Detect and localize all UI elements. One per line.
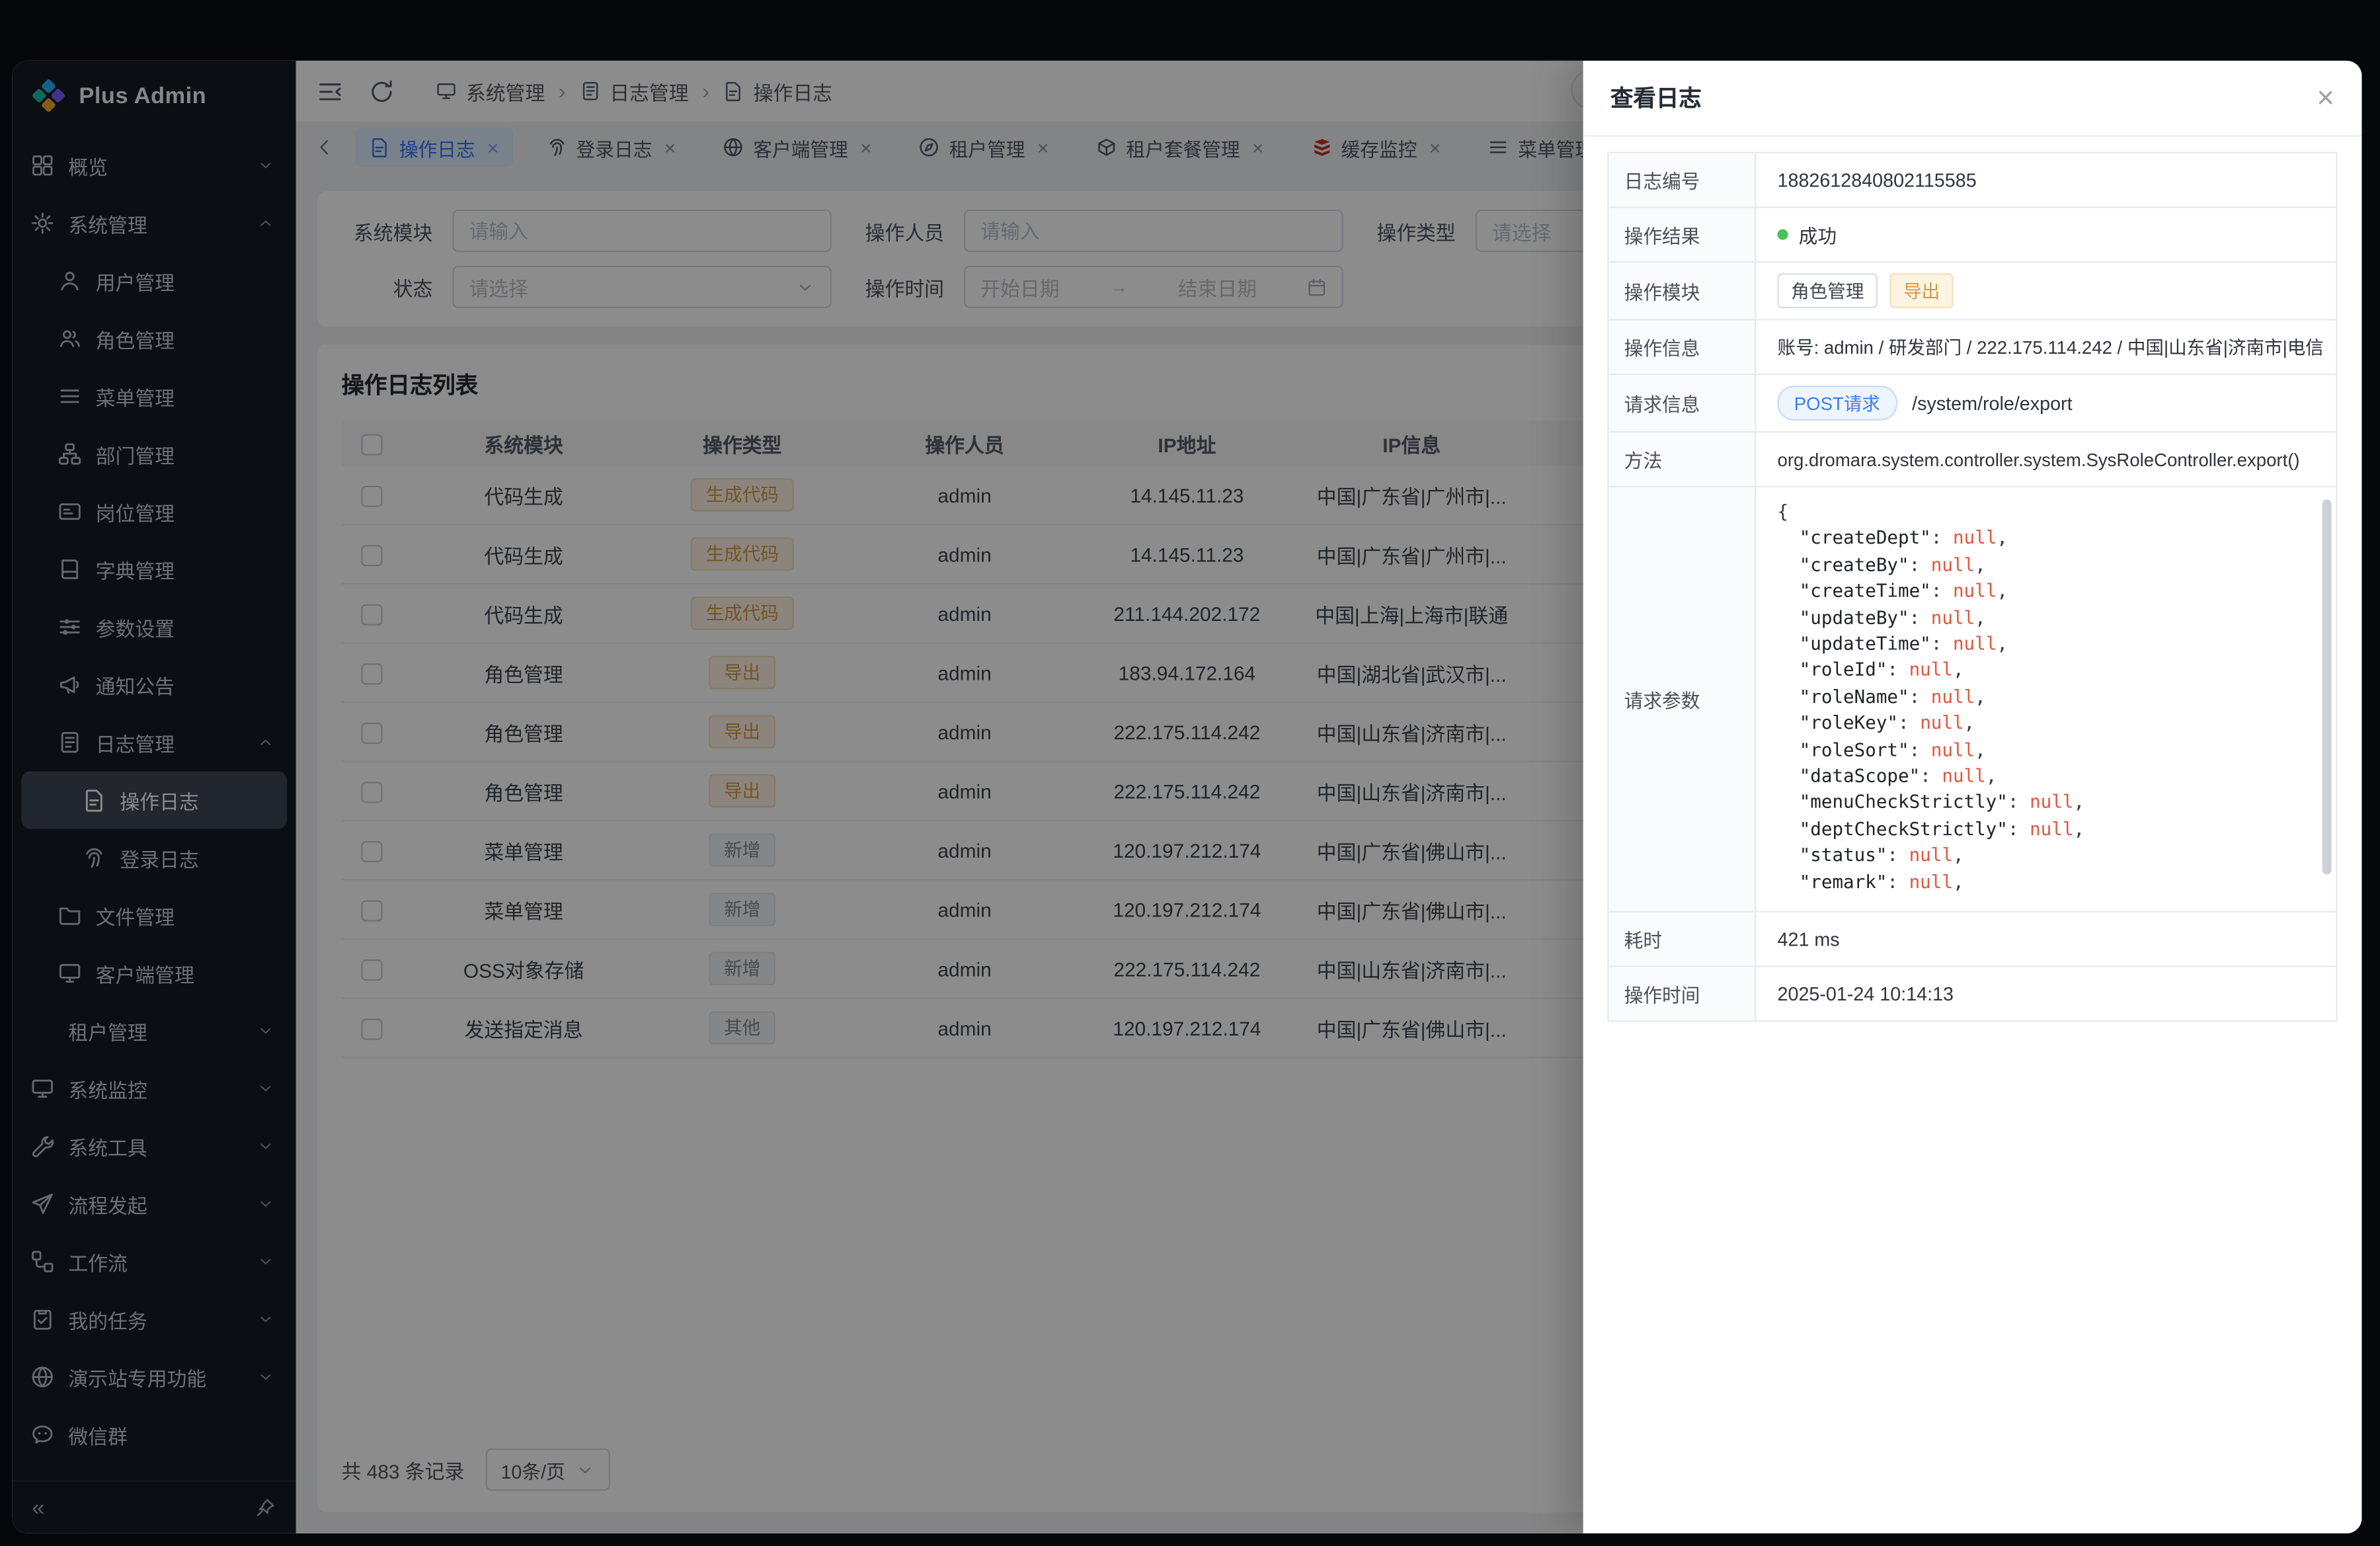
close-icon[interactable]: × xyxy=(2317,83,2334,113)
request-params-code[interactable]: { "createDept": null, "createBy": null, … xyxy=(1756,486,2336,911)
detail-label-request: 请求信息 xyxy=(1609,374,1757,431)
drawer-title: 查看日志 xyxy=(1610,82,1702,114)
detail-value-time: 2025-01-24 10:14:13 xyxy=(1756,965,2336,1020)
detail-label-result: 操作结果 xyxy=(1609,206,1757,261)
detail-value-cost: 421 ms xyxy=(1756,911,2336,966)
success-dot xyxy=(1778,229,1788,240)
detail-label-cost: 耗时 xyxy=(1609,911,1757,966)
log-detail-table: 日志编号 1882612840802115585 操作结果 成功 操作模块 角色… xyxy=(1607,152,2337,1022)
detail-label-log-id: 日志编号 xyxy=(1609,153,1757,206)
detail-value-result: 成功 xyxy=(1756,206,2336,261)
view-log-drawer: 查看日志 × 日志编号 1882612840802115585 操作结果 成功 … xyxy=(1583,61,2362,1533)
detail-label-method: 方法 xyxy=(1609,431,1757,486)
detail-value-module: 角色管理 导出 xyxy=(1756,261,2336,319)
code-scrollbar[interactable] xyxy=(2322,499,2332,899)
detail-label-time: 操作时间 xyxy=(1609,965,1757,1020)
detail-label-params: 请求参数 xyxy=(1609,486,1757,911)
detail-value-method: org.dromara.system.controller.system.Sys… xyxy=(1756,431,2336,486)
detail-label-module: 操作模块 xyxy=(1609,261,1757,319)
code-scrollbar-thumb[interactable] xyxy=(2322,499,2332,875)
detail-label-info: 操作信息 xyxy=(1609,319,1757,374)
drawer-header: 查看日志 × xyxy=(1583,61,2362,137)
drawer-body: 日志编号 1882612840802115585 操作结果 成功 操作模块 角色… xyxy=(1583,137,2362,1037)
detail-value-info: 账号: admin / 研发部门 / 222.175.114.242 / 中国|… xyxy=(1756,319,2336,374)
detail-value-request: POST请求 /system/role/export xyxy=(1756,374,2336,431)
action-tag: 导出 xyxy=(1889,273,1953,308)
json-code-block: { "createDept": null, "createBy": null, … xyxy=(1778,499,2309,895)
detail-value-log-id: 1882612840802115585 xyxy=(1756,153,2336,206)
screen: Plus Admin 概览 系统管理 用户管理 角色管理 菜单管理 部门管理 岗… xyxy=(0,0,2380,1545)
module-tag: 角色管理 xyxy=(1778,273,1878,308)
request-url: /system/role/export xyxy=(1912,392,2072,413)
post-method-tag: POST请求 xyxy=(1778,386,1897,421)
app-window: Plus Admin 概览 系统管理 用户管理 角色管理 菜单管理 部门管理 岗… xyxy=(12,61,2361,1533)
